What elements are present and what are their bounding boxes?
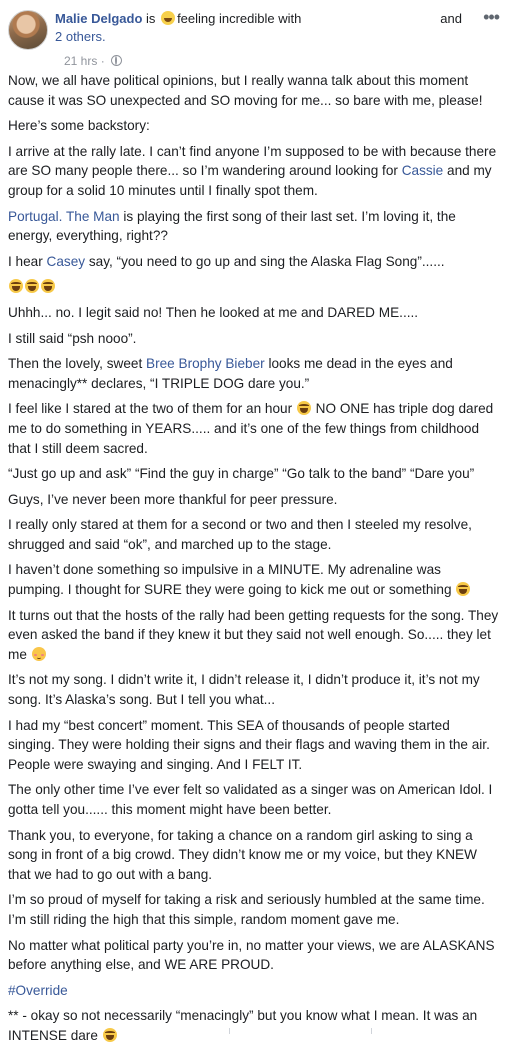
paragraph: Here’s some backstory: xyxy=(8,118,150,134)
post-headline: Malie Delgado is feeling incredible with… xyxy=(55,10,455,46)
paragraph-text: I haven’t done something so impulsive in… xyxy=(8,562,456,598)
feeling-text: feeling incredible with xyxy=(177,11,302,26)
post-header: Malie Delgado is feeling incredible with… xyxy=(8,6,500,68)
mention-link-bree[interactable]: Bree Brophy Bieber xyxy=(146,356,265,371)
paragraph-text: I hear xyxy=(8,253,47,269)
paragraph: Then the lovely, sweet Bree Brophy Biebe… xyxy=(8,354,500,393)
laughing-emoji-icon xyxy=(456,582,471,597)
paragraph: I haven’t done something so impulsive in… xyxy=(8,560,500,599)
post-meta: 21 hrs · xyxy=(64,54,123,68)
divider xyxy=(229,1028,230,1034)
author-avatar[interactable] xyxy=(8,10,48,50)
paragraph-text: It turns out that the hosts of the rally… xyxy=(8,607,499,662)
feeling-emoji-icon xyxy=(161,11,176,25)
paragraph: Uhhh... no. I legit said no! Then he loo… xyxy=(8,304,419,320)
facebook-post: Malie Delgado is feeling incredible with… xyxy=(0,0,507,1043)
page-link-portugal[interactable]: Portugal. xyxy=(8,209,62,224)
meta-separator: · xyxy=(100,54,105,68)
paragraph-text: ** - okay so not necessarily “menacingly… xyxy=(8,1008,478,1043)
laughing-emoji-icon xyxy=(9,279,23,294)
paragraph: I really only stared at them for a secon… xyxy=(8,517,472,552)
mention-link-cassie[interactable]: Cassie xyxy=(402,163,444,178)
hashtag-link[interactable]: #Override xyxy=(8,983,68,998)
paragraph: Thank you, to everyone, for taking a cha… xyxy=(8,827,477,882)
page-link-the-man[interactable]: The Man xyxy=(66,209,120,224)
paragraph: ** - okay so not necessarily “menacingly… xyxy=(8,1006,500,1045)
laughing-emoji-icon xyxy=(296,401,311,416)
divider xyxy=(371,1028,372,1034)
paragraph: I arrive at the rally late. I can’t find… xyxy=(8,142,500,201)
timestamp-link[interactable]: 21 hrs xyxy=(64,54,97,68)
paragraph: Guys, I’ve never been more thankful for … xyxy=(8,491,338,507)
paragraph-text: say, “you need to go up and sing the Ala… xyxy=(85,253,445,269)
laughing-emoji-icon xyxy=(41,279,55,294)
paragraph: The only other time I’ve ever felt so va… xyxy=(8,782,493,817)
mention-link-casey[interactable]: Casey xyxy=(47,254,86,269)
paragraph: Now, we all have political opinions, but… xyxy=(8,73,483,108)
paragraph: “Just go up and ask” “Find the guy in ch… xyxy=(8,466,475,482)
paragraph-text: Then the lovely, sweet xyxy=(8,356,147,372)
footer-dividers xyxy=(0,1028,507,1037)
laughing-emoji-icon xyxy=(25,279,39,294)
paragraph: It turns out that the hosts of the rally… xyxy=(8,606,500,665)
flushed-emoji-icon xyxy=(31,646,46,661)
and-text: and xyxy=(440,11,462,26)
emoji-line xyxy=(8,277,500,297)
paragraph: I feel like I stared at the two of them … xyxy=(8,399,500,458)
public-globe-icon[interactable] xyxy=(111,55,123,66)
paragraph: I’m so proud of myself for taking a risk… xyxy=(8,892,485,927)
paragraph: Portugal. The Man is playing the first s… xyxy=(8,207,500,246)
paragraph: #Override xyxy=(8,981,500,1001)
paragraph: I still said “psh nooo”. xyxy=(8,330,137,346)
author-name-link[interactable]: Malie Delgado xyxy=(55,11,142,26)
post-options-icon[interactable]: ••• xyxy=(483,8,500,26)
post-body: Now, we all have political opinions, but… xyxy=(8,71,500,1052)
paragraph: It’s not my song. I didn’t write it, I d… xyxy=(8,672,480,708)
paragraph: No matter what political party you’re in… xyxy=(8,937,495,973)
paragraph: I hear Casey say, “you need to go up and… xyxy=(8,252,500,272)
tagged-others-link[interactable]: 2 others. xyxy=(55,29,106,44)
paragraph-text: I feel like I stared at the two of them … xyxy=(8,401,296,417)
paragraph: I had my “best concert” moment. This SEA… xyxy=(8,717,490,772)
is-text: is xyxy=(146,11,156,26)
